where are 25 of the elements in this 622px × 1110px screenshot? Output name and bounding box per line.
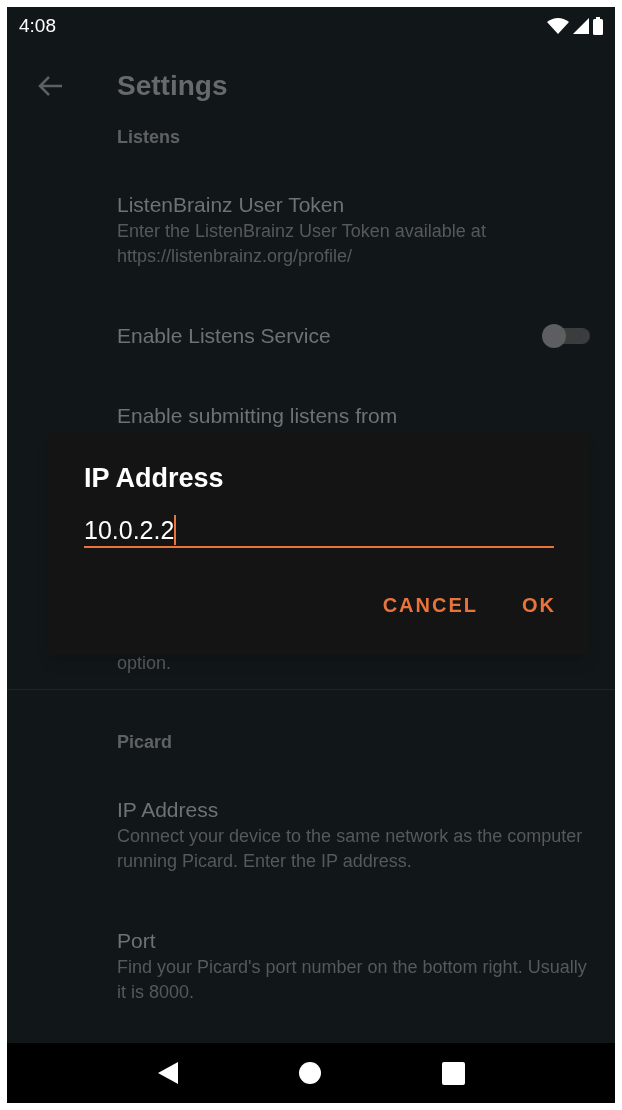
setting-summary: Connect your device to the same network as the computer running Picard. Enter the IP address. bbox=[117, 825, 584, 873]
setting-title[interactable]: Enable submitting listens from bbox=[117, 402, 599, 430]
dialog-button[interactable]: CANCEL bbox=[370, 584, 490, 626]
setting-summary: Enter the ListenBrainz User Token available at https://listenbrainz.org/profile/ bbox=[117, 220, 487, 268]
toggle-switch[interactable] bbox=[542, 324, 590, 348]
wifi-icon bbox=[547, 18, 569, 34]
setting-title[interactable]: Enable Listens Service bbox=[117, 322, 331, 350]
setting-title[interactable]: IP Address bbox=[117, 796, 587, 824]
input-field[interactable]: 10.0.2.2 bbox=[84, 514, 554, 548]
dialog-title: IP Address bbox=[84, 462, 225, 494]
signal-icon bbox=[573, 18, 589, 34]
toolbar-title: Settings bbox=[117, 72, 228, 100]
section-header: Picard bbox=[116, 731, 174, 752]
battery-icon bbox=[593, 17, 603, 35]
section-header: Listens bbox=[116, 127, 182, 147]
back-arrow-icon[interactable] bbox=[37, 75, 63, 97]
setting-summary: Find your Picard's port number on the bottom right. Usually it is 8000. bbox=[117, 956, 587, 1004]
recents-nav-icon[interactable] bbox=[441, 1061, 465, 1085]
status-time: 4:08 bbox=[19, 13, 56, 38]
back-nav-icon[interactable] bbox=[157, 1061, 180, 1085]
setting-title[interactable]: ListenBrainz User Token bbox=[117, 191, 587, 219]
home-nav-icon[interactable] bbox=[299, 1062, 322, 1084]
setting-title[interactable]: Port bbox=[117, 927, 587, 955]
dialog-button[interactable]: OK bbox=[510, 584, 568, 626]
setting-summary: option. bbox=[117, 652, 173, 675]
